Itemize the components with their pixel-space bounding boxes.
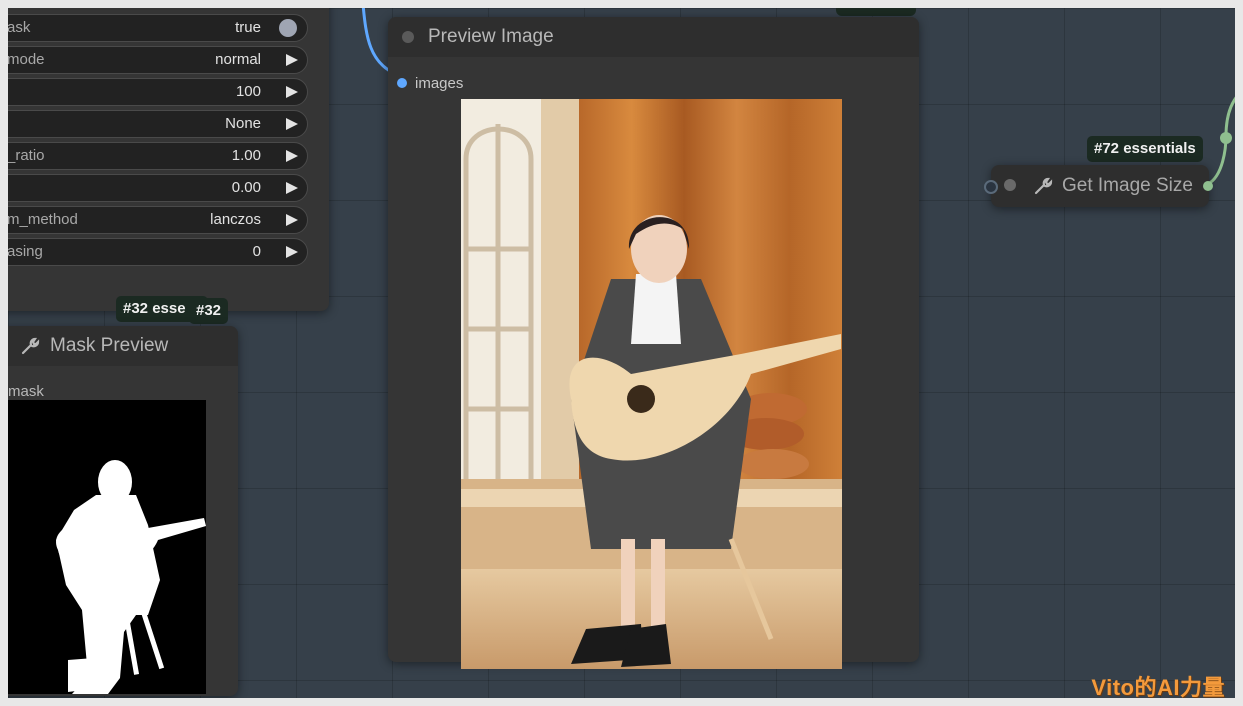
widget-label: mode	[8, 51, 45, 68]
arrow-right-icon[interactable]	[286, 54, 298, 66]
arrow-right-icon[interactable]	[286, 246, 298, 258]
preview-photo	[461, 99, 842, 669]
widget-value: None	[225, 115, 261, 132]
node-title: Preview Image	[428, 26, 554, 47]
node-status-dot[interactable]	[402, 31, 414, 43]
node-title: Get Image Size	[1062, 175, 1193, 196]
widget-list: ask true mode normal 100 None _ratio 1.0…	[8, 8, 329, 311]
widget-value: lanczos	[210, 211, 261, 228]
arrow-right-icon[interactable]	[286, 214, 298, 226]
widget-label: ask	[8, 19, 31, 36]
widget-row-2[interactable]: 100	[8, 78, 308, 106]
input-label-mask: mask	[8, 383, 44, 400]
widget-row-6[interactable]: m_method lanczos	[8, 206, 308, 234]
node-id-badge: #32	[189, 298, 229, 324]
widget-value: 0	[252, 243, 261, 260]
resize-settings-node[interactable]: ask true mode normal 100 None _ratio 1.0…	[8, 8, 329, 311]
input-slot-dot[interactable]	[984, 180, 998, 194]
wrench-icon	[21, 337, 40, 355]
node-status-dot[interactable]	[1004, 179, 1016, 191]
watermark: Vito的AI力量	[1091, 675, 1225, 698]
get-image-size-node[interactable]: Get Image Size	[984, 165, 1213, 207]
input-slot-dot[interactable]	[397, 78, 407, 88]
node-title: Mask Preview	[50, 335, 169, 356]
mask-silhouette	[56, 460, 206, 694]
mask-preview-node[interactable]: Mask Preview mask	[8, 326, 238, 696]
input-label-images: images	[415, 75, 464, 92]
node-badge: #72 essentials	[1087, 136, 1203, 162]
widget-value: 100	[235, 83, 261, 100]
mask-preview-image	[8, 400, 206, 694]
widget-label: m_method	[8, 211, 78, 228]
widget-value: normal	[215, 51, 261, 68]
widget-value: 1.00	[231, 147, 261, 164]
toggle-switch[interactable]	[279, 19, 297, 37]
node-graph-canvas[interactable]: ask true mode normal 100 None _ratio 1.0…	[8, 8, 1235, 698]
arrow-right-icon[interactable]	[286, 118, 298, 130]
output-slot-dot[interactable]	[1203, 181, 1213, 191]
wrench-icon	[1034, 177, 1053, 195]
widget-row-1[interactable]: mode normal	[8, 46, 308, 74]
girl-with-guitar-photo	[461, 99, 842, 669]
widget-value: true	[235, 19, 261, 36]
node-badge-tab	[836, 8, 916, 16]
widget-label: _ratio	[8, 147, 45, 164]
preview-image-node[interactable]: Preview Image images	[388, 17, 919, 669]
widget-row-4[interactable]: _ratio 1.00	[8, 142, 308, 170]
wire-reroute-dot	[1220, 132, 1232, 144]
arrow-right-icon[interactable]	[286, 182, 298, 194]
widget-row-7[interactable]: asing 0	[8, 238, 308, 266]
widget-label: asing	[8, 243, 43, 260]
arrow-right-icon[interactable]	[286, 150, 298, 162]
node-title-bar[interactable]: Mask Preview	[8, 326, 238, 366]
arrow-right-icon[interactable]	[286, 86, 298, 98]
node-title-bar[interactable]: Preview Image	[388, 17, 919, 57]
widget-value: 0.00	[231, 179, 261, 196]
widget-row-5[interactable]: 0.00	[8, 174, 308, 202]
widget-row-3[interactable]: None	[8, 110, 308, 138]
widget-row-0[interactable]: ask true	[8, 14, 308, 42]
